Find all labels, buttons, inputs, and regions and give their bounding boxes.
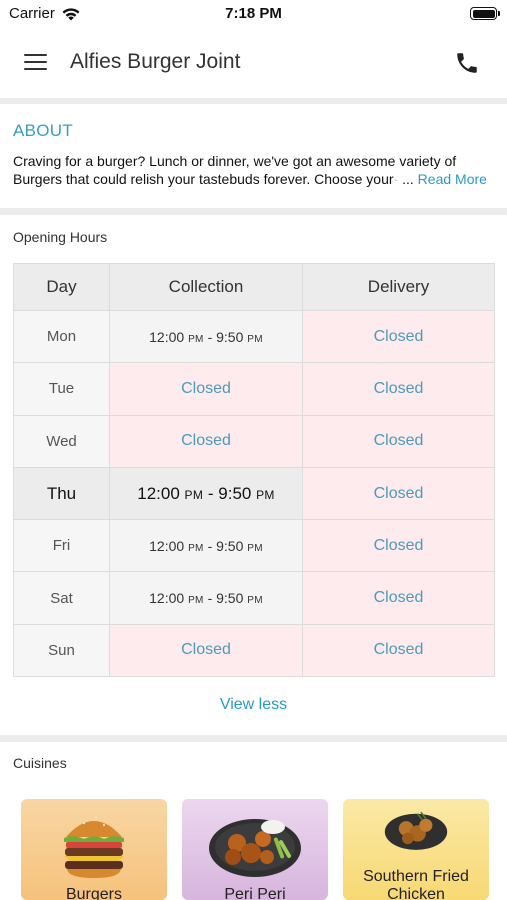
day-cell: Sat <box>13 571 110 625</box>
delivery-status-cell: Closed <box>302 309 495 364</box>
day-cell: Tue <box>13 362 110 416</box>
status-bar: Carrier 7:18 PM <box>0 0 507 28</box>
time-separator: - <box>207 328 213 345</box>
table-header-row: Day Collection Delivery <box>13 263 495 311</box>
column-header-day: Day <box>13 263 110 311</box>
open-time: 12:00 <box>149 328 185 345</box>
hours-divider <box>0 735 507 742</box>
hamburger-menu-icon[interactable] <box>24 54 47 71</box>
close-time: 9:50 <box>216 537 244 554</box>
cuisine-card-burgers[interactable]: Burgers <box>21 799 167 900</box>
about-text: Craving for a burger? Lunch or dinner, w… <box>13 153 457 187</box>
close-time: 9:50 <box>216 328 244 345</box>
open-time: 12:00 <box>137 483 180 503</box>
collection-status-cell: Closed <box>109 623 303 678</box>
delivery-status-cell: Closed <box>302 414 495 468</box>
delivery-status-cell: Closed <box>302 623 495 678</box>
table-row: Wed Closed Closed <box>13 414 495 468</box>
cuisine-card-peri-peri[interactable]: Peri Peri <box>182 799 328 900</box>
am-pm-suffix: PM <box>247 595 263 607</box>
am-pm-suffix: PM <box>188 542 204 554</box>
column-header-delivery: Delivery <box>302 263 495 311</box>
peri-peri-wings-icon <box>209 819 301 877</box>
collection-hours-cell: 12:00 PM - 9:50 PM <box>109 466 303 521</box>
time-separator: - <box>207 590 213 607</box>
nav-bar: Alfies Burger Joint <box>0 28 507 98</box>
about-description: Craving for a burger? Lunch or dinner, w… <box>13 153 487 187</box>
about-divider <box>0 208 507 215</box>
burger-icon <box>64 816 124 878</box>
collection-hours-cell: 12:00 PM - 9:50 PM <box>109 571 303 625</box>
collection-status-cell: Closed <box>109 362 303 416</box>
am-pm-suffix: PM <box>247 333 263 345</box>
phone-icon[interactable] <box>454 50 480 76</box>
column-header-collection: Collection <box>109 263 303 311</box>
table-row: Fri 12:00 PM - 9:50 PM Closed <box>13 519 495 573</box>
collection-status-cell: Closed <box>109 414 303 468</box>
day-cell: Thu <box>13 466 110 521</box>
cuisine-label: Southern Fried Chicken <box>363 868 469 900</box>
open-time: 12:00 <box>149 590 185 607</box>
day-cell: Wed <box>13 414 110 468</box>
opening-hours-label: Opening Hours <box>13 229 108 245</box>
about-ellipsis: ... <box>402 171 414 187</box>
table-row-today: Thu 12:00 PM - 9:50 PM Closed <box>13 466 495 521</box>
time-separator: - <box>207 537 213 554</box>
opening-hours-table: Day Collection Delivery Mon 12:00 PM - 9… <box>13 263 495 678</box>
close-time: 9:50 <box>216 590 244 607</box>
collection-hours-cell: 12:00 PM - 9:50 PM <box>109 309 303 364</box>
read-more-link[interactable]: Read More <box>418 171 487 187</box>
close-time: 9:50 <box>218 483 252 503</box>
cuisines-label: Cuisines <box>13 755 67 771</box>
battery-icon <box>470 7 500 20</box>
header-divider <box>0 98 507 104</box>
am-pm-suffix: PM <box>188 333 204 345</box>
am-pm-suffix: PM <box>256 487 275 502</box>
view-less-link[interactable]: View less <box>0 696 507 714</box>
collection-hours-cell: 12:00 PM - 9:50 PM <box>109 519 303 573</box>
table-row: Tue Closed Closed <box>13 362 495 416</box>
table-row: Mon 12:00 PM - 9:50 PM Closed <box>13 309 495 364</box>
clock: 7:18 PM <box>225 5 282 22</box>
day-cell: Mon <box>13 309 110 364</box>
table-row: Sun Closed Closed <box>13 623 495 678</box>
day-cell: Sun <box>13 623 110 678</box>
am-pm-suffix: PM <box>184 487 204 502</box>
day-cell: Fri <box>13 519 110 573</box>
table-row: Sat 12:00 PM - 9:50 PM Closed <box>13 571 495 625</box>
cuisine-label: Peri Peri <box>224 886 286 900</box>
delivery-status-cell: Closed <box>302 362 495 416</box>
cuisine-label: Burgers <box>65 886 123 900</box>
delivery-status-cell: Closed <box>302 571 495 625</box>
am-pm-suffix: PM <box>188 595 204 607</box>
time-separator: - <box>207 483 214 503</box>
fried-chicken-icon <box>384 811 448 850</box>
about-heading: ABOUT <box>13 121 74 140</box>
delivery-status-cell: Closed <box>302 466 495 521</box>
am-pm-suffix: PM <box>247 542 263 554</box>
open-time: 12:00 <box>149 537 185 554</box>
cuisine-card-southern-fried-chicken[interactable]: Southern Fried Chicken <box>343 799 489 900</box>
delivery-status-cell: Closed <box>302 519 495 573</box>
page-title: Alfies Burger Joint <box>70 50 241 73</box>
